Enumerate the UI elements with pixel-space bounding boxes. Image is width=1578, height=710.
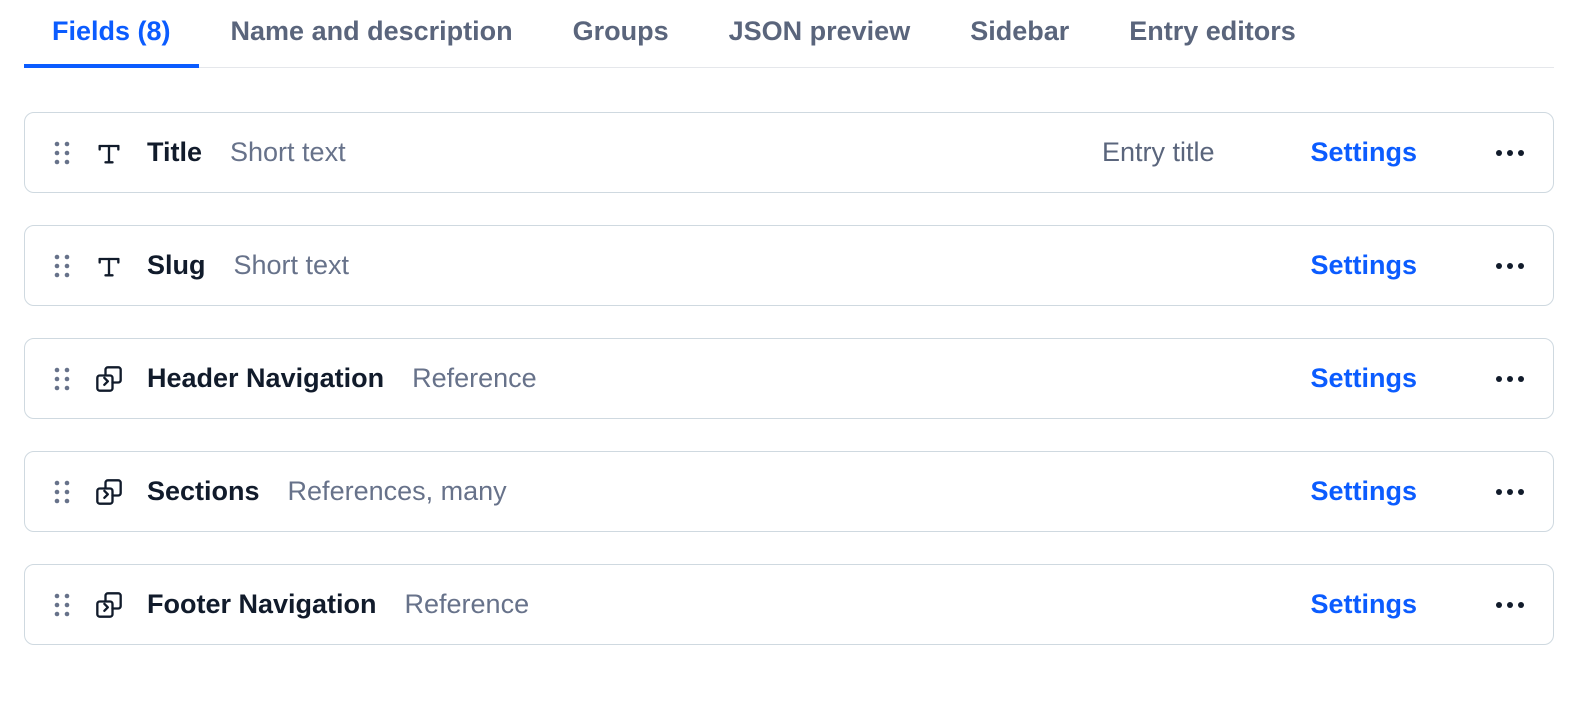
field-type: Short text: [230, 137, 346, 168]
drag-handle-icon[interactable]: [53, 366, 71, 392]
settings-button[interactable]: Settings: [1310, 476, 1417, 507]
tabs: Fields (8) Name and description Groups J…: [24, 0, 1554, 68]
more-icon[interactable]: [1495, 488, 1525, 496]
text-icon: [95, 252, 123, 280]
tab-name-and-description[interactable]: Name and description: [231, 0, 513, 67]
settings-button[interactable]: Settings: [1310, 137, 1417, 168]
tab-sidebar[interactable]: Sidebar: [970, 0, 1069, 67]
drag-handle-icon[interactable]: [53, 592, 71, 618]
more-icon[interactable]: [1495, 601, 1525, 609]
fields-list: Title Short text Entry title Settings Sl…: [24, 112, 1554, 645]
tab-entry-editors[interactable]: Entry editors: [1129, 0, 1296, 67]
field-name: Slug: [147, 250, 206, 281]
field-type: Short text: [234, 250, 350, 281]
settings-button[interactable]: Settings: [1310, 363, 1417, 394]
field-row: Slug Short text Settings: [24, 225, 1554, 306]
settings-button[interactable]: Settings: [1310, 250, 1417, 281]
text-icon: [95, 139, 123, 167]
reference-icon: [95, 591, 123, 619]
more-icon[interactable]: [1495, 262, 1525, 270]
more-icon[interactable]: [1495, 375, 1525, 383]
field-row: Sections References, many Settings: [24, 451, 1554, 532]
field-type: Reference: [412, 363, 537, 394]
more-icon[interactable]: [1495, 149, 1525, 157]
field-row: Footer Navigation Reference Settings: [24, 564, 1554, 645]
field-type: References, many: [288, 476, 507, 507]
settings-button[interactable]: Settings: [1310, 589, 1417, 620]
tab-groups[interactable]: Groups: [573, 0, 669, 67]
field-type: Reference: [405, 589, 530, 620]
field-name: Footer Navigation: [147, 589, 377, 620]
tab-json-preview[interactable]: JSON preview: [729, 0, 911, 67]
field-name: Title: [147, 137, 202, 168]
drag-handle-icon[interactable]: [53, 479, 71, 505]
field-row: Title Short text Entry title Settings: [24, 112, 1554, 193]
drag-handle-icon[interactable]: [53, 253, 71, 279]
field-row: Header Navigation Reference Settings: [24, 338, 1554, 419]
field-badge: Entry title: [1102, 137, 1215, 168]
drag-handle-icon[interactable]: [53, 140, 71, 166]
reference-icon: [95, 365, 123, 393]
field-name: Header Navigation: [147, 363, 384, 394]
tab-fields[interactable]: Fields (8): [52, 0, 171, 67]
field-name: Sections: [147, 476, 260, 507]
reference-icon: [95, 478, 123, 506]
